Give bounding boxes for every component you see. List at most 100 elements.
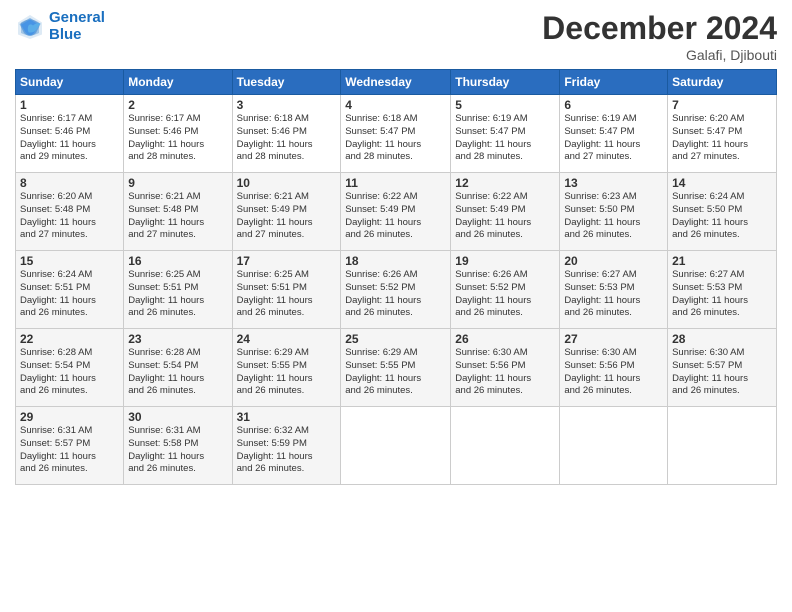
day-number: 1: [20, 98, 119, 112]
day-cell-w1-2: 10Sunrise: 6:21 AMSunset: 5:49 PMDayligh…: [232, 173, 341, 251]
day-detail: Sunrise: 6:18 AMSunset: 5:47 PMDaylight:…: [345, 113, 421, 162]
logo-icon: [15, 12, 45, 42]
day-detail: Sunrise: 6:18 AMSunset: 5:46 PMDaylight:…: [237, 113, 313, 162]
page-header: General Blue December 2024 Galafi, Djibo…: [15, 10, 777, 63]
location: Galafi, Djibouti: [542, 47, 777, 63]
day-cell-w2-5: 20Sunrise: 6:27 AMSunset: 5:53 PMDayligh…: [560, 251, 668, 329]
day-detail: Sunrise: 6:31 AMSunset: 5:58 PMDaylight:…: [128, 425, 204, 474]
day-cell-w4-2: 31Sunrise: 6:32 AMSunset: 5:59 PMDayligh…: [232, 407, 341, 485]
day-detail: Sunrise: 6:28 AMSunset: 5:54 PMDaylight:…: [20, 347, 96, 396]
col-tuesday: Tuesday: [232, 70, 341, 95]
day-cell-w1-6: 14Sunrise: 6:24 AMSunset: 5:50 PMDayligh…: [668, 173, 777, 251]
day-cell-w4-0: 29Sunrise: 6:31 AMSunset: 5:57 PMDayligh…: [16, 407, 124, 485]
day-number: 29: [20, 410, 119, 424]
day-number: 19: [455, 254, 555, 268]
day-cell-w0-5: 6Sunrise: 6:19 AMSunset: 5:47 PMDaylight…: [560, 95, 668, 173]
col-saturday: Saturday: [668, 70, 777, 95]
day-cell-w2-4: 19Sunrise: 6:26 AMSunset: 5:52 PMDayligh…: [451, 251, 560, 329]
calendar-page: General Blue December 2024 Galafi, Djibo…: [0, 0, 792, 612]
logo-line2: Blue: [49, 27, 105, 44]
day-number: 27: [564, 332, 663, 346]
day-number: 18: [345, 254, 446, 268]
day-cell-w1-4: 12Sunrise: 6:22 AMSunset: 5:49 PMDayligh…: [451, 173, 560, 251]
day-detail: Sunrise: 6:32 AMSunset: 5:59 PMDaylight:…: [237, 425, 313, 474]
day-number: 2: [128, 98, 227, 112]
day-cell-w4-4: [451, 407, 560, 485]
day-cell-w0-1: 2Sunrise: 6:17 AMSunset: 5:46 PMDaylight…: [124, 95, 232, 173]
calendar-week-2: 15Sunrise: 6:24 AMSunset: 5:51 PMDayligh…: [16, 251, 777, 329]
day-detail: Sunrise: 6:28 AMSunset: 5:54 PMDaylight:…: [128, 347, 204, 396]
day-cell-w0-3: 4Sunrise: 6:18 AMSunset: 5:47 PMDaylight…: [341, 95, 451, 173]
day-number: 11: [345, 176, 446, 190]
day-cell-w3-0: 22Sunrise: 6:28 AMSunset: 5:54 PMDayligh…: [16, 329, 124, 407]
day-number: 21: [672, 254, 772, 268]
day-cell-w3-4: 26Sunrise: 6:30 AMSunset: 5:56 PMDayligh…: [451, 329, 560, 407]
day-detail: Sunrise: 6:22 AMSunset: 5:49 PMDaylight:…: [455, 191, 531, 240]
day-number: 25: [345, 332, 446, 346]
day-number: 3: [237, 98, 337, 112]
day-detail: Sunrise: 6:30 AMSunset: 5:56 PMDaylight:…: [564, 347, 640, 396]
col-monday: Monday: [124, 70, 232, 95]
day-detail: Sunrise: 6:24 AMSunset: 5:50 PMDaylight:…: [672, 191, 748, 240]
title-block: December 2024 Galafi, Djibouti: [542, 10, 777, 63]
calendar-week-1: 8Sunrise: 6:20 AMSunset: 5:48 PMDaylight…: [16, 173, 777, 251]
day-cell-w4-6: [668, 407, 777, 485]
day-detail: Sunrise: 6:20 AMSunset: 5:47 PMDaylight:…: [672, 113, 748, 162]
day-detail: Sunrise: 6:21 AMSunset: 5:48 PMDaylight:…: [128, 191, 204, 240]
day-number: 15: [20, 254, 119, 268]
logo: General Blue: [15, 10, 105, 43]
day-number: 31: [237, 410, 337, 424]
month-title: December 2024: [542, 10, 777, 47]
day-detail: Sunrise: 6:30 AMSunset: 5:57 PMDaylight:…: [672, 347, 748, 396]
day-detail: Sunrise: 6:23 AMSunset: 5:50 PMDaylight:…: [564, 191, 640, 240]
day-cell-1: 1Sunrise: 6:17 AMSunset: 5:46 PMDaylight…: [16, 95, 124, 173]
col-sunday: Sunday: [16, 70, 124, 95]
day-number: 23: [128, 332, 227, 346]
day-cell-w2-1: 16Sunrise: 6:25 AMSunset: 5:51 PMDayligh…: [124, 251, 232, 329]
col-friday: Friday: [560, 70, 668, 95]
calendar-table: Sunday Monday Tuesday Wednesday Thursday…: [15, 69, 777, 485]
day-number: 12: [455, 176, 555, 190]
day-number: 24: [237, 332, 337, 346]
day-cell-w4-3: [341, 407, 451, 485]
day-cell-w3-2: 24Sunrise: 6:29 AMSunset: 5:55 PMDayligh…: [232, 329, 341, 407]
day-detail: Sunrise: 6:25 AMSunset: 5:51 PMDaylight:…: [237, 269, 313, 318]
day-cell-w1-0: 8Sunrise: 6:20 AMSunset: 5:48 PMDaylight…: [16, 173, 124, 251]
day-cell-w2-3: 18Sunrise: 6:26 AMSunset: 5:52 PMDayligh…: [341, 251, 451, 329]
day-detail: Sunrise: 6:19 AMSunset: 5:47 PMDaylight:…: [564, 113, 640, 162]
day-number: 9: [128, 176, 227, 190]
day-number: 10: [237, 176, 337, 190]
logo-text-block: General Blue: [49, 10, 105, 43]
day-cell-w3-3: 25Sunrise: 6:29 AMSunset: 5:55 PMDayligh…: [341, 329, 451, 407]
day-detail: Sunrise: 6:21 AMSunset: 5:49 PMDaylight:…: [237, 191, 313, 240]
day-cell-w3-1: 23Sunrise: 6:28 AMSunset: 5:54 PMDayligh…: [124, 329, 232, 407]
day-number: 5: [455, 98, 555, 112]
day-detail: Sunrise: 6:22 AMSunset: 5:49 PMDaylight:…: [345, 191, 421, 240]
day-number: 14: [672, 176, 772, 190]
day-number: 20: [564, 254, 663, 268]
day-detail: Sunrise: 6:29 AMSunset: 5:55 PMDaylight:…: [237, 347, 313, 396]
day-cell-w2-6: 21Sunrise: 6:27 AMSunset: 5:53 PMDayligh…: [668, 251, 777, 329]
day-number: 22: [20, 332, 119, 346]
day-detail: Sunrise: 6:27 AMSunset: 5:53 PMDaylight:…: [672, 269, 748, 318]
day-number: 4: [345, 98, 446, 112]
day-cell-w3-6: 28Sunrise: 6:30 AMSunset: 5:57 PMDayligh…: [668, 329, 777, 407]
day-number: 28: [672, 332, 772, 346]
day-number: 8: [20, 176, 119, 190]
day-cell-w4-1: 30Sunrise: 6:31 AMSunset: 5:58 PMDayligh…: [124, 407, 232, 485]
day-cell-w4-5: [560, 407, 668, 485]
day-number: 7: [672, 98, 772, 112]
day-detail: Sunrise: 6:19 AMSunset: 5:47 PMDaylight:…: [455, 113, 531, 162]
day-detail: Sunrise: 6:31 AMSunset: 5:57 PMDaylight:…: [20, 425, 96, 474]
day-cell-w0-2: 3Sunrise: 6:18 AMSunset: 5:46 PMDaylight…: [232, 95, 341, 173]
calendar-week-0: 1Sunrise: 6:17 AMSunset: 5:46 PMDaylight…: [16, 95, 777, 173]
day-number: 30: [128, 410, 227, 424]
col-thursday: Thursday: [451, 70, 560, 95]
day-cell-w3-5: 27Sunrise: 6:30 AMSunset: 5:56 PMDayligh…: [560, 329, 668, 407]
day-cell-w1-3: 11Sunrise: 6:22 AMSunset: 5:49 PMDayligh…: [341, 173, 451, 251]
day-cell-w2-2: 17Sunrise: 6:25 AMSunset: 5:51 PMDayligh…: [232, 251, 341, 329]
col-wednesday: Wednesday: [341, 70, 451, 95]
calendar-week-4: 29Sunrise: 6:31 AMSunset: 5:57 PMDayligh…: [16, 407, 777, 485]
day-detail: Sunrise: 6:24 AMSunset: 5:51 PMDaylight:…: [20, 269, 96, 318]
logo-line1: General: [49, 10, 105, 27]
